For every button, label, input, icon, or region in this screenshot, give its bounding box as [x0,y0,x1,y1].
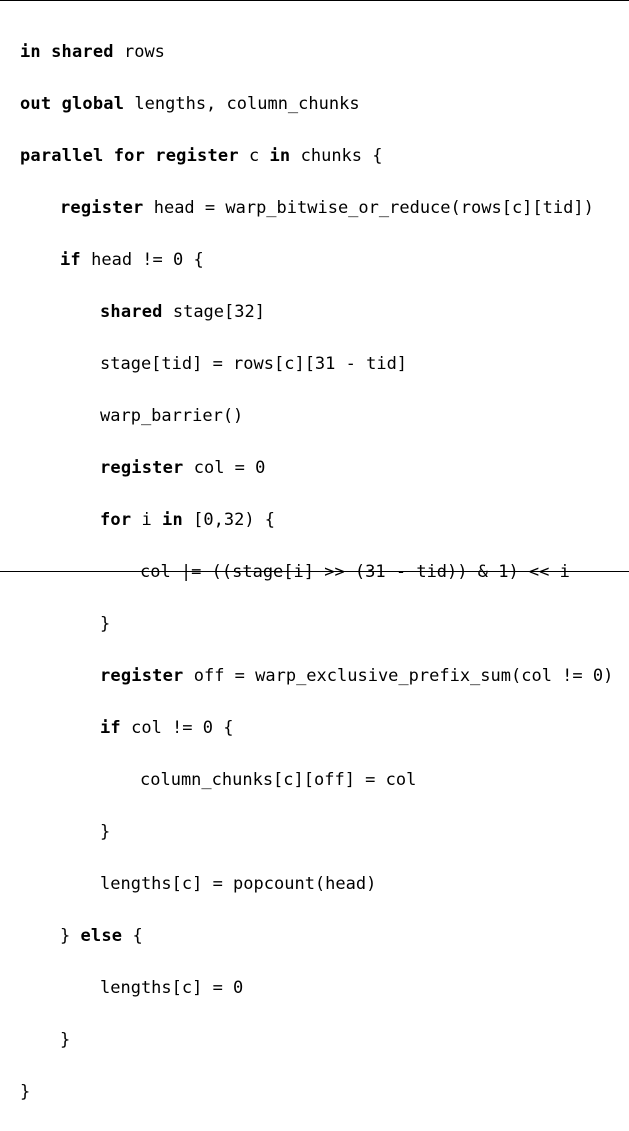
code-text: c [239,146,270,166]
keyword-global: global [62,94,125,114]
keyword-register: register [100,666,183,686]
code-text: chunks { [290,146,382,166]
code-line: warp_barrier() [20,403,609,429]
code-line: if col != 0 { [20,715,609,741]
keyword-if: if [100,718,121,738]
keyword-in: in [20,42,41,62]
code-text: off = warp_exclusive_prefix_sum(col != 0… [183,666,613,686]
code-text: { [122,926,142,946]
code-text: } [100,614,110,634]
keyword-in: in [270,146,291,166]
code-text: stage[32] [163,302,265,322]
code-text: lengths[c] = popcount(head) [100,874,376,894]
code-text: head = warp_bitwise_or_reduce(rows[c][ti… [143,198,593,218]
keyword-if: if [60,250,81,270]
code-line: } [20,1027,609,1053]
code-line: shared stage[32] [20,299,609,325]
code-text: col = 0 [183,458,265,478]
keyword-for: for [100,510,131,530]
keyword-register: register [155,146,238,166]
code-line: for i in [0,32) { [20,507,609,533]
code-text: } [20,1082,30,1102]
code-line: register col = 0 [20,455,609,481]
code-text: col |= ((stage[i] >> (31 - tid)) & 1) <<… [140,562,570,582]
code-text: } [60,926,80,946]
code-line: register head = warp_bitwise_or_reduce(r… [20,195,609,221]
keyword-in: in [162,510,183,530]
code-line: } [20,819,609,845]
code-text: lengths[c] = 0 [100,978,243,998]
code-line: column_chunks[c][off] = col [20,767,609,793]
code-listing: in shared rows out global lengths, colum… [0,0,629,572]
code-line: col |= ((stage[i] >> (31 - tid)) & 1) <<… [20,559,609,585]
code-line: lengths[c] = 0 [20,975,609,1001]
code-line: register off = warp_exclusive_prefix_sum… [20,663,609,689]
code-text: head != 0 { [81,250,204,270]
code-text: i [131,510,162,530]
code-line: stage[tid] = rows[c][31 - tid] [20,351,609,377]
code-text: col != 0 { [121,718,234,738]
keyword-out: out [20,94,51,114]
keyword-register: register [60,198,143,218]
code-text: column_chunks[c][off] = col [140,770,416,790]
code-line: } [20,1079,609,1105]
keyword-shared: shared [100,302,163,322]
code-line: } else { [20,923,609,949]
code-line: if head != 0 { [20,247,609,273]
code-text: rows [114,42,165,62]
keyword-for: for [114,146,145,166]
code-line: out global lengths, column_chunks [20,91,609,117]
code-line: lengths[c] = popcount(head) [20,871,609,897]
keyword-register: register [100,458,183,478]
code-text: } [60,1030,70,1050]
keyword-shared: shared [51,42,114,62]
code-text: } [100,822,110,842]
code-line: } [20,611,609,637]
code-text: lengths, column_chunks [124,94,359,114]
code-line: parallel for register c in chunks { [20,143,609,169]
code-line: in shared rows [20,39,609,65]
code-text: [0,32) { [183,510,275,530]
keyword-else: else [80,926,122,946]
keyword-parallel: parallel [20,146,103,166]
code-text: stage[tid] = rows[c][31 - tid] [100,354,407,374]
code-text: warp_barrier() [100,406,243,426]
